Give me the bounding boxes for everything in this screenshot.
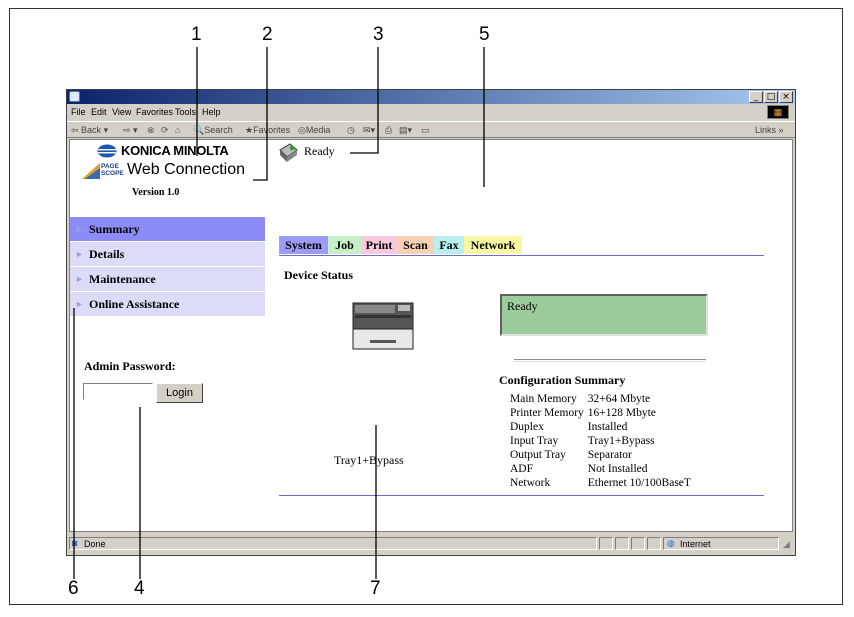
callout-lines: [73, 47, 485, 579]
